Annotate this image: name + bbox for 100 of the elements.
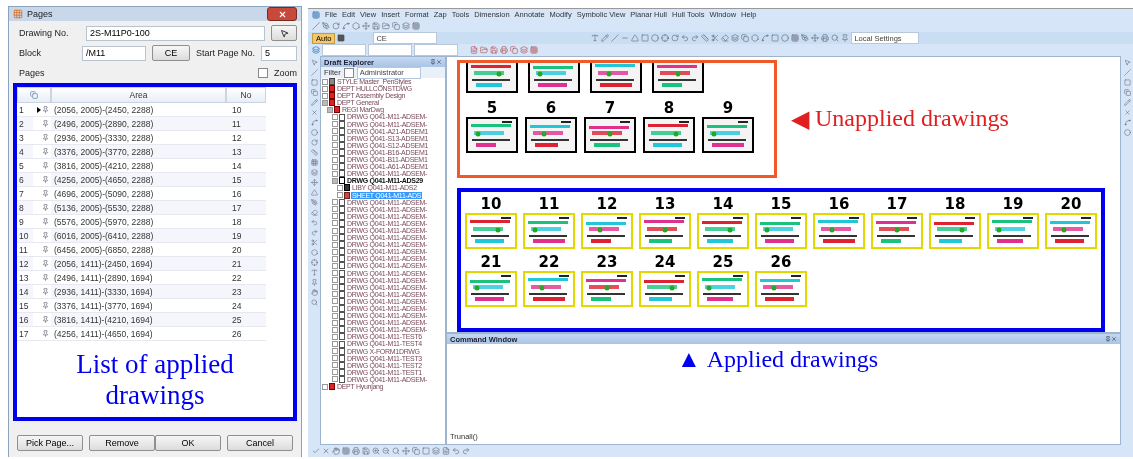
copy-icon[interactable] — [1123, 89, 1131, 96]
expand-toggle[interactable] — [332, 241, 338, 248]
start-page-field[interactable]: 5 — [261, 45, 297, 61]
ruler-icon[interactable] — [701, 34, 710, 42]
rotate-icon[interactable] — [332, 22, 340, 30]
expand-toggle[interactable] — [332, 305, 338, 312]
search-icon[interactable] — [392, 447, 400, 455]
move-icon[interactable] — [402, 447, 410, 455]
expand-toggle[interactable] — [332, 163, 338, 170]
expand-toggle[interactable] — [332, 326, 338, 333]
expand-toggle[interactable] — [332, 121, 338, 128]
expand-toggle[interactable] — [322, 92, 328, 99]
ce-button[interactable]: CE — [151, 45, 190, 61]
move-icon[interactable] — [811, 34, 820, 42]
layers-icon[interactable] — [432, 447, 440, 455]
cross-icon[interactable] — [322, 447, 330, 455]
expand-toggle[interactable] — [332, 263, 338, 269]
block-field[interactable]: /M11 — [81, 45, 146, 61]
rotate-icon[interactable] — [671, 34, 680, 42]
circle-icon[interactable] — [1123, 129, 1131, 136]
expand-toggle[interactable] — [332, 284, 338, 291]
expand-toggle[interactable] — [332, 291, 338, 298]
expand-toggle[interactable] — [332, 362, 338, 369]
close-icon[interactable] — [277, 9, 287, 19]
expand-toggle[interactable] — [332, 312, 338, 319]
printer-icon[interactable] — [352, 447, 360, 455]
eraser-icon[interactable] — [310, 209, 318, 216]
expand-toggle[interactable] — [332, 114, 338, 120]
folder-icon[interactable] — [480, 46, 488, 54]
pen-icon[interactable] — [801, 34, 810, 42]
save-icon[interactable] — [362, 447, 370, 455]
expand-toggle[interactable] — [332, 270, 338, 277]
filter-checkbox[interactable] — [343, 67, 354, 78]
close-icon[interactable] — [436, 59, 442, 65]
ok-button[interactable]: OK — [155, 435, 221, 451]
expand-toggle[interactable] — [332, 341, 338, 347]
layers-icon[interactable] — [310, 169, 318, 176]
folder-icon[interactable] — [382, 22, 390, 30]
triangle-icon[interactable] — [631, 34, 640, 42]
scissors-icon[interactable] — [711, 34, 720, 42]
undo-icon[interactable] — [310, 219, 318, 226]
move-icon[interactable] — [310, 179, 318, 186]
pin-icon[interactable] — [310, 279, 318, 286]
expand-toggle[interactable] — [332, 213, 338, 220]
pencil-icon[interactable] — [310, 99, 318, 106]
expand-toggle[interactable] — [332, 376, 338, 383]
hand-icon[interactable] — [332, 447, 340, 455]
printer-icon[interactable] — [500, 46, 508, 54]
dash-icon[interactable] — [621, 34, 630, 42]
expand-toggle[interactable] — [332, 255, 338, 262]
hexagon-icon[interactable] — [352, 22, 360, 30]
save-icon[interactable] — [490, 46, 498, 54]
expand-toggle[interactable] — [332, 355, 338, 362]
remove-button[interactable]: Remove — [89, 435, 155, 451]
ruler-icon[interactable] — [310, 149, 318, 156]
text-icon[interactable] — [591, 34, 600, 42]
dropdown[interactable] — [414, 44, 458, 56]
copy-icon[interactable] — [392, 22, 400, 30]
expand-toggle[interactable] — [332, 227, 338, 234]
rotate-icon[interactable] — [310, 139, 318, 146]
hand-icon[interactable] — [310, 289, 318, 296]
expand-toggle[interactable] — [332, 248, 338, 255]
check-icon[interactable] — [312, 447, 320, 455]
column-header[interactable]: Area — [51, 87, 226, 103]
hexagon-icon[interactable] — [751, 34, 760, 42]
curve-icon[interactable] — [310, 119, 318, 126]
expand-toggle[interactable] — [332, 149, 338, 156]
circle-icon[interactable] — [651, 34, 660, 42]
circle-icon[interactable] — [310, 129, 318, 136]
copy-icon[interactable] — [412, 447, 420, 455]
redo-icon[interactable] — [310, 229, 318, 236]
expand-toggle[interactable] — [332, 128, 338, 135]
crosshair-icon[interactable] — [661, 34, 670, 42]
square-icon[interactable] — [641, 34, 650, 42]
expand-toggle[interactable] — [332, 298, 338, 305]
expand-toggle[interactable] — [322, 85, 328, 92]
eraser-icon[interactable] — [721, 34, 730, 42]
crosshair-icon[interactable] — [310, 259, 318, 266]
copy-icon[interactable] — [310, 89, 318, 96]
column-header[interactable]: No — [226, 87, 266, 103]
expand-toggle[interactable] — [332, 333, 338, 340]
expand-toggle[interactable] — [322, 99, 328, 106]
expand-toggle[interactable] — [332, 319, 338, 326]
expand-toggle[interactable] — [322, 383, 328, 390]
layers-icon[interactable] — [402, 22, 410, 30]
expand-toggle[interactable] — [327, 106, 333, 113]
expand-toggle[interactable] — [332, 135, 338, 142]
expand-toggle[interactable] — [332, 369, 338, 376]
close-button[interactable] — [267, 7, 297, 21]
move-icon[interactable] — [362, 22, 370, 30]
curve-icon[interactable] — [1123, 119, 1131, 126]
pin-icon[interactable] — [1105, 336, 1111, 342]
layer-icon[interactable] — [312, 46, 320, 54]
line-icon[interactable] — [312, 22, 320, 30]
expand-toggle[interactable] — [332, 142, 338, 149]
line-icon[interactable] — [1123, 69, 1131, 76]
expand-toggle[interactable] — [332, 277, 338, 284]
zoom-in-icon[interactable] — [372, 447, 380, 455]
pen-icon[interactable] — [310, 199, 318, 206]
expand-toggle[interactable] — [332, 348, 338, 355]
